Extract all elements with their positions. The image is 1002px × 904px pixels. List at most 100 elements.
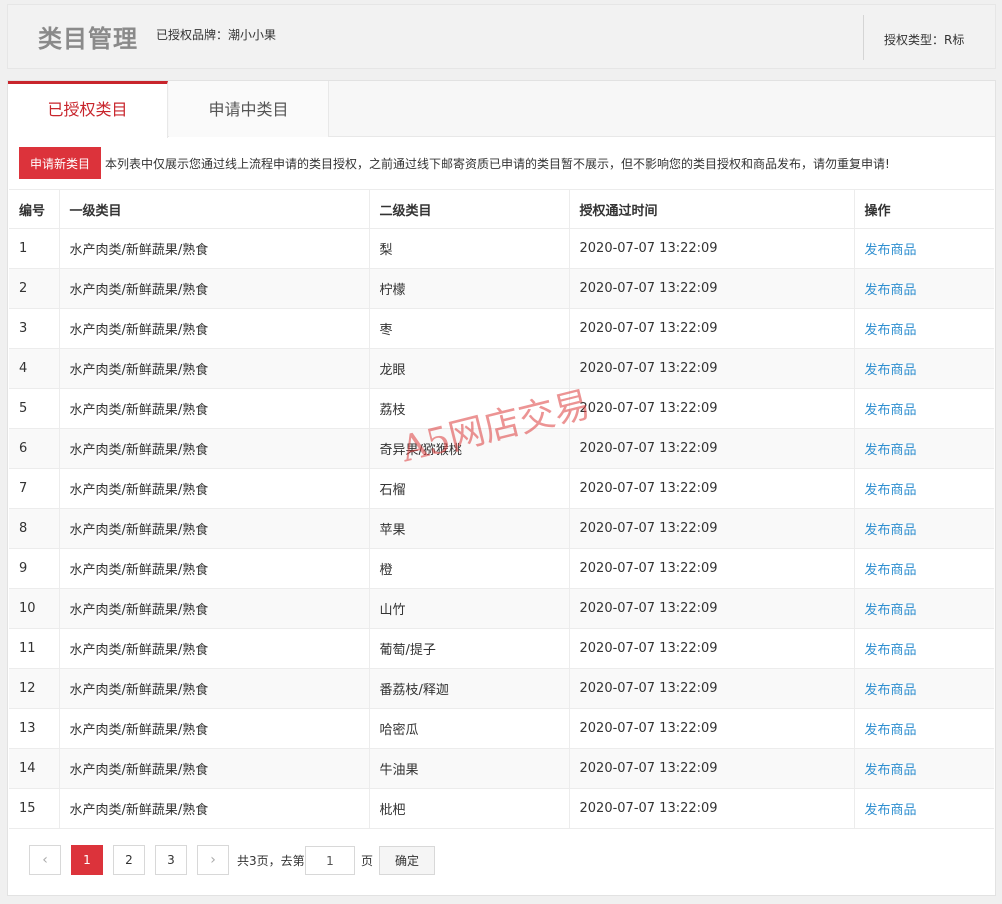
cell-level1: 水产肉类/新鲜蔬果/熟食	[59, 668, 370, 709]
notice-row: 申请新类目 本列表中仅展示您通过线上流程申请的类目授权，之前通过线下邮寄资质已申…	[19, 147, 989, 181]
cell-time: 2020-07-07 13:22:09	[569, 428, 855, 469]
page-title: 类目管理	[38, 25, 138, 53]
cell-time: 2020-07-07 13:22:09	[569, 508, 855, 549]
table-row: 1 水产肉类/新鲜蔬果/熟食梨 2020-07-07 13:22:09 发布商品	[9, 228, 994, 269]
chevron-left-icon: ‹	[42, 852, 48, 868]
cell-level1: 水产肉类/新鲜蔬果/熟食	[59, 628, 370, 669]
cell-action: 发布商品	[854, 548, 994, 589]
chevron-right-icon: ›	[210, 852, 216, 868]
cell-time: 2020-07-07 13:22:09	[569, 708, 855, 749]
confirm-goto-button[interactable]: 确定	[379, 846, 435, 875]
cell-time: 2020-07-07 13:22:09	[569, 588, 855, 629]
cell-level1: 水产肉类/新鲜蔬果/熟食	[59, 348, 370, 389]
category-table-wrap: 编号 一级类目 二级类目 授权通过时间 操作 1 水产肉类/新鲜蔬果/熟食梨 202…	[9, 189, 994, 829]
authorized-brand: 已授权品牌：潮小小果	[156, 28, 277, 42]
cell-level1: 水产肉类/新鲜蔬果/熟食	[59, 428, 370, 469]
publish-product-link[interactable]: 发布商品	[865, 643, 917, 658]
page-2-button[interactable]: 2	[113, 845, 145, 875]
cell-action: 发布商品	[854, 388, 994, 429]
cell-action: 发布商品	[854, 428, 994, 469]
publish-product-link[interactable]: 发布商品	[865, 323, 917, 338]
apply-new-category-button[interactable]: 申请新类目	[19, 147, 101, 179]
table-row: 12 水产肉类/新鲜蔬果/熟食 番荔枝/释迦 2020-07-07 13:22:09 发…	[9, 668, 994, 709]
publish-product-link[interactable]: 发布商品	[865, 603, 917, 618]
table-body: 1 水产肉类/新鲜蔬果/熟食梨 2020-07-07 13:22:09 发布商品 2 水产…	[9, 228, 994, 829]
tab-bar: 已授权类目 申请中类目	[8, 81, 995, 138]
total-pages-text: 共3页，去第	[237, 854, 305, 868]
table-row: 6 水产肉类/新鲜蔬果/熟食 奇异果/猕猴桃 2020-07-07 13:22:09 发…	[9, 428, 994, 469]
publish-product-link[interactable]: 发布商品	[865, 563, 917, 578]
tab-pending-categories[interactable]: 申请中类目	[169, 81, 329, 137]
publish-product-link[interactable]: 发布商品	[865, 283, 917, 298]
cell-action: 发布商品	[854, 268, 994, 309]
cell-id: 10	[9, 588, 60, 629]
goto-page-input[interactable]	[305, 846, 355, 875]
cell-action: 发布商品	[854, 668, 994, 709]
publish-product-link[interactable]: 发布商品	[865, 443, 917, 458]
publish-product-link[interactable]: 发布商品	[865, 483, 917, 498]
cell-level1: 水产肉类/新鲜蔬果/熟食	[59, 788, 370, 829]
page-1-button[interactable]: 1	[71, 845, 103, 875]
cell-level2: 柠檬	[369, 268, 570, 309]
table-header-row: 编号 一级类目 二级类目 授权通过时间 操作	[9, 189, 994, 229]
cell-time: 2020-07-07 13:22:09	[569, 548, 855, 589]
cell-time: 2020-07-07 13:22:09	[569, 388, 855, 429]
publish-product-link[interactable]: 发布商品	[865, 523, 917, 538]
cell-action: 发布商品	[854, 228, 994, 269]
publish-product-link[interactable]: 发布商品	[865, 403, 917, 418]
cell-level2: 橙	[369, 548, 570, 589]
cell-level2: 枇杷	[369, 788, 570, 829]
cell-level2: 石榴	[369, 468, 570, 509]
cell-time: 2020-07-07 13:22:09	[569, 308, 855, 349]
cell-level2: 牛油果	[369, 748, 570, 789]
cell-level1: 水产肉类/新鲜蔬果/熟食	[59, 228, 370, 269]
cell-action: 发布商品	[854, 628, 994, 669]
cell-id: 9	[9, 548, 60, 589]
cell-action: 发布商品	[854, 348, 994, 389]
publish-product-link[interactable]: 发布商品	[865, 723, 917, 738]
header-id: 编号	[9, 189, 60, 229]
cell-action: 发布商品	[854, 468, 994, 509]
tab-authorized-categories[interactable]: 已授权类目	[8, 81, 168, 138]
cell-id: 13	[9, 708, 60, 749]
cell-level1: 水产肉类/新鲜蔬果/熟食	[59, 748, 370, 789]
cell-level1: 水产肉类/新鲜蔬果/熟食	[59, 468, 370, 509]
cell-action: 发布商品	[854, 508, 994, 549]
cell-level2: 龙眼	[369, 348, 570, 389]
cell-id: 4	[9, 348, 60, 389]
cell-level2: 哈密瓜	[369, 708, 570, 749]
table-row: 8 水产肉类/新鲜蔬果/熟食 苹果 2020-07-07 13:22:09 发布商品	[9, 508, 994, 549]
category-table: 编号 一级类目 二级类目 授权通过时间 操作 1 水产肉类/新鲜蔬果/熟食梨 202…	[9, 189, 994, 829]
cell-level2: 苹果	[369, 508, 570, 549]
publish-product-link[interactable]: 发布商品	[865, 763, 917, 778]
page-3-button[interactable]: 3	[155, 845, 187, 875]
cell-time: 2020-07-07 13:22:09	[569, 628, 855, 669]
next-page-button[interactable]: ›	[197, 845, 229, 875]
cell-id: 11	[9, 628, 60, 669]
table-row: 10 水产肉类/新鲜蔬果/熟食 山竹 2020-07-07 13:22:09 发布商品	[9, 588, 994, 629]
prev-page-button[interactable]: ‹	[29, 845, 61, 875]
category-panel: 已授权类目 申请中类目 申请新类目 本列表中仅展示您通过线上流程申请的类目授权，…	[7, 80, 996, 896]
cell-level1: 水产肉类/新鲜蔬果/熟食	[59, 548, 370, 589]
authorization-type: 授权类型：R标	[884, 33, 965, 47]
table-row: 13 水产肉类/新鲜蔬果/熟食 哈密瓜 2020-07-07 13:22:09 发布商品	[9, 708, 994, 749]
cell-time: 2020-07-07 13:22:09	[569, 468, 855, 509]
table-row: 5 水产肉类/新鲜蔬果/熟食 荔枝 2020-07-07 13:22:09 发布商品	[9, 388, 994, 429]
cell-id: 6	[9, 428, 60, 469]
cell-id: 3	[9, 308, 60, 349]
table-row: 4 水产肉类/新鲜蔬果/熟食 龙眼 2020-07-07 13:22:09 发布商品	[9, 348, 994, 389]
cell-level2: 梨	[369, 228, 570, 269]
cell-level1: 水产肉类/新鲜蔬果/熟食	[59, 308, 370, 349]
cell-level2: 番荔枝/释迦	[369, 668, 570, 709]
publish-product-link[interactable]: 发布商品	[865, 803, 917, 818]
cell-id: 8	[9, 508, 60, 549]
cell-id: 7	[9, 468, 60, 509]
cell-action: 发布商品	[854, 588, 994, 629]
publish-product-link[interactable]: 发布商品	[865, 363, 917, 378]
cell-action: 发布商品	[854, 708, 994, 749]
header-divider	[863, 15, 864, 60]
publish-product-link[interactable]: 发布商品	[865, 683, 917, 698]
cell-id: 12	[9, 668, 60, 709]
cell-level1: 水产肉类/新鲜蔬果/熟食	[59, 588, 370, 629]
publish-product-link[interactable]: 发布商品	[865, 243, 917, 258]
